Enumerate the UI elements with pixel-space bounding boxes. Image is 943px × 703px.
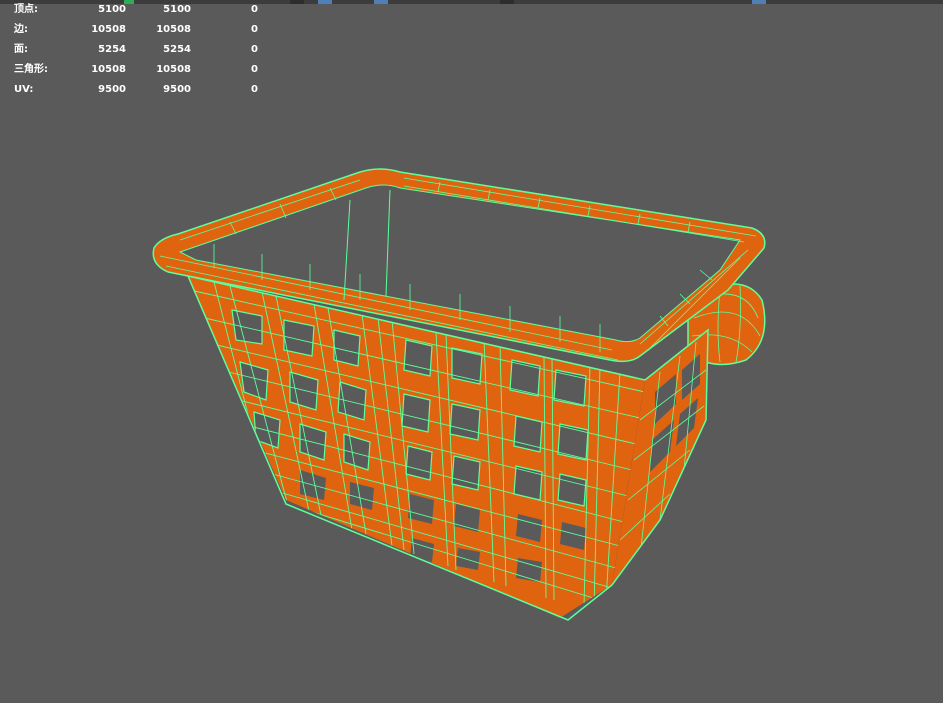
laundry-basket-mesh-icon[interactable] xyxy=(152,168,766,621)
viewport-3d[interactable] xyxy=(0,0,943,703)
